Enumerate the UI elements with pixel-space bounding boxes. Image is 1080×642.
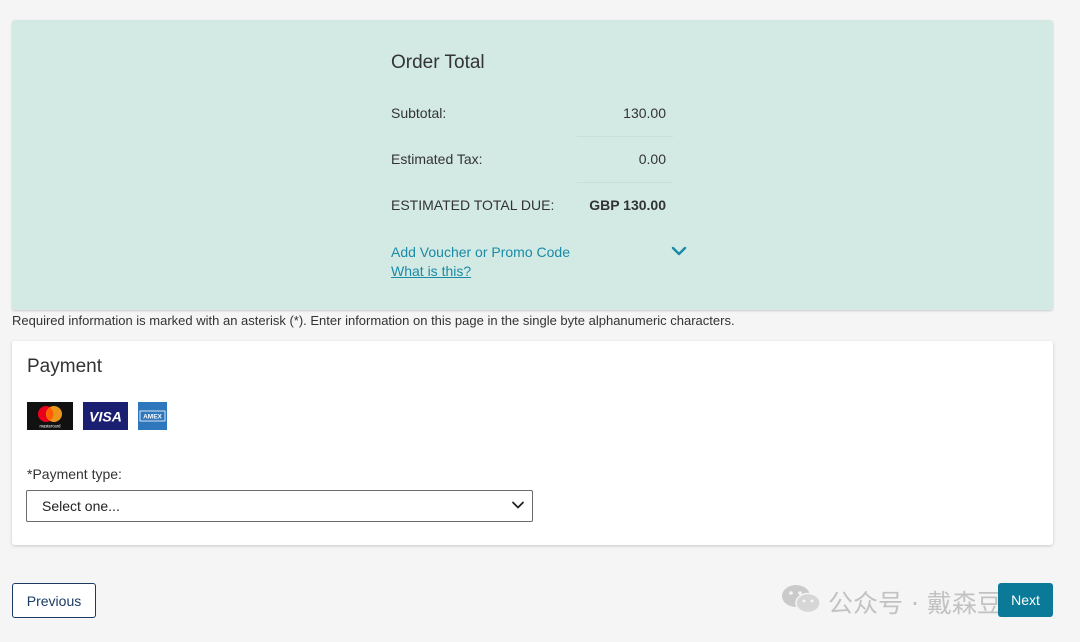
what-is-this-link[interactable]: What is this? [391,263,471,279]
tax-row: Estimated Tax: 0.00 [391,151,666,171]
visa-text: VISA [89,409,122,425]
visa-logo: VISA [83,402,128,430]
total-due-value: GBP 130.00 [589,197,666,213]
payment-type-selected-value: Select one... [42,498,120,514]
payment-type-label: *Payment type: [27,466,122,482]
amex-logo: AMEX [138,402,167,430]
add-voucher-link[interactable]: Add Voucher or Promo Code [391,244,570,260]
payment-title: Payment [27,356,102,377]
payment-type-select[interactable]: Select one... [26,490,533,522]
total-due-label: ESTIMATED TOTAL DUE: [391,197,555,213]
checkout-page: Order Total Subtotal: 130.00 Estimated T… [0,0,1080,642]
divider [577,136,673,137]
subtotal-label: Subtotal: [391,105,447,121]
subtotal-row: Subtotal: 130.00 [391,105,666,125]
mastercard-text: mastercard [40,424,62,429]
payment-section: Payment mastercard VISA AMEX *Payment ty… [12,341,1053,545]
required-info-note: Required information is marked with an a… [12,313,735,328]
chevron-down-icon[interactable] [671,245,687,257]
divider [577,182,673,183]
wechat-icon [782,585,821,614]
order-total-panel: Order Total Subtotal: 130.00 Estimated T… [12,20,1053,310]
tax-label: Estimated Tax: [391,151,483,167]
watermark-text: 公众号 · 戴森豆 [828,589,1002,618]
next-button[interactable]: Next [998,583,1053,617]
order-total-title: Order Total [391,52,485,73]
amex-text: AMEX [143,414,162,421]
tax-value: 0.00 [638,151,666,167]
subtotal-value: 130.00 [623,105,666,121]
mastercard-logo: mastercard [27,402,73,430]
chevron-down-icon [512,501,524,509]
total-due-row: ESTIMATED TOTAL DUE: GBP 130.00 [391,197,666,217]
previous-button[interactable]: Previous [12,583,96,618]
